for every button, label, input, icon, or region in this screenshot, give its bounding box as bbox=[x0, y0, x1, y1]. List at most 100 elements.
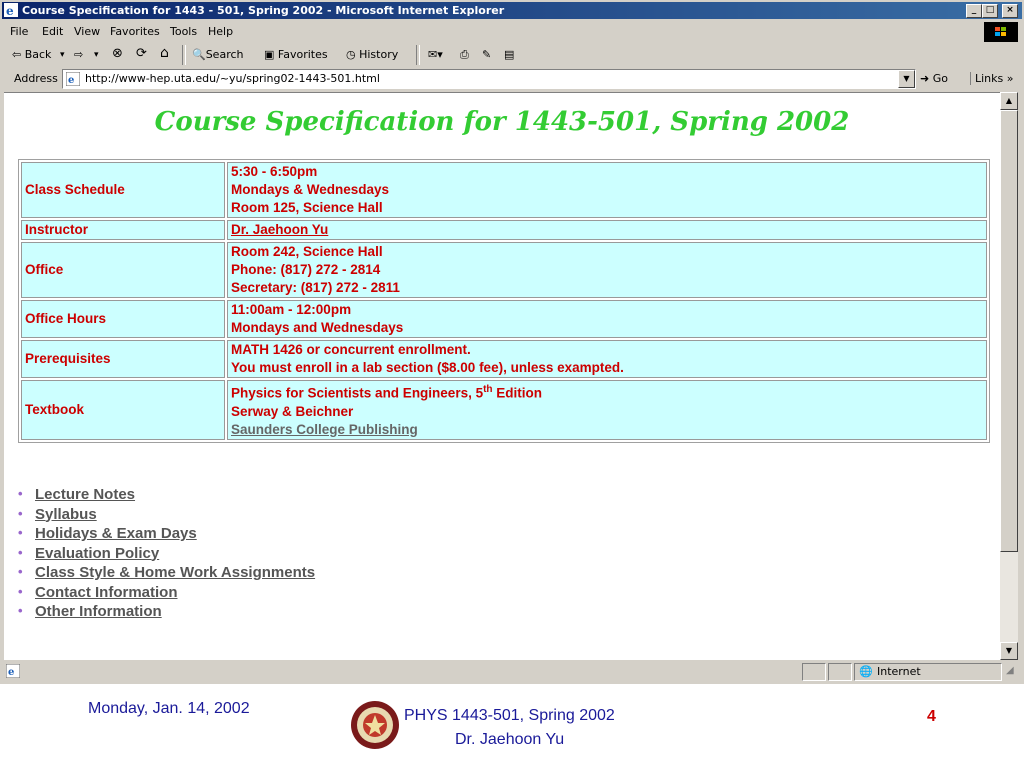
list-item: • Other Information bbox=[18, 603, 315, 623]
menu-tools[interactable]: Tools bbox=[170, 25, 197, 38]
evaluation-policy-link[interactable]: Evaluation Policy bbox=[35, 545, 159, 562]
value-line: MATH 1426 or concurrent enrollment. bbox=[231, 342, 471, 357]
back-dropdown-icon[interactable]: ▾ bbox=[60, 50, 65, 60]
bullet-icon: • bbox=[18, 583, 23, 599]
publisher-link[interactable]: Saunders College Publishing bbox=[231, 421, 983, 439]
search-icon: 🔍 bbox=[192, 48, 206, 61]
history-button[interactable]: ◷ History bbox=[346, 48, 398, 61]
table-row: Office Hours 11:00am - 12:00pm Mondays an… bbox=[21, 300, 987, 338]
value-line: Room 242, Science Hall bbox=[231, 244, 383, 259]
instructor-link[interactable]: Dr. Jaehoon Yu bbox=[231, 222, 328, 237]
list-item: • Syllabus bbox=[18, 506, 315, 526]
contact-info-link[interactable]: Contact Information bbox=[35, 584, 178, 601]
class-style-link[interactable]: Class Style & Home Work Assignments bbox=[35, 564, 315, 581]
scroll-down-button[interactable]: ▼ bbox=[1000, 642, 1018, 660]
row-label: Textbook bbox=[21, 380, 225, 440]
row-label: Instructor bbox=[21, 220, 225, 240]
standard-toolbar: ⇦ Back ▾ ⇨ ▾ ⊗ ⟳ ⌂ 🔍Search ▣ Favorites ◷… bbox=[2, 43, 1022, 67]
value-line: Phone: (817) 272 - 2814 bbox=[231, 262, 381, 277]
discuss-icon[interactable]: ▤ bbox=[504, 48, 514, 61]
status-cell bbox=[802, 663, 826, 681]
value-line: Secretary: (817) 272 - 2811 bbox=[231, 280, 400, 295]
row-value: MATH 1426 or concurrent enrollment. You m… bbox=[227, 340, 987, 378]
refresh-button[interactable]: ⟳ bbox=[136, 46, 147, 61]
value-line: Physics for Scientists and Engineers, 5t… bbox=[231, 381, 983, 403]
search-label: Search bbox=[205, 48, 244, 61]
page-title: Course Specification for 1443-501, Sprin… bbox=[154, 107, 850, 137]
lecture-notes-link[interactable]: Lecture Notes bbox=[35, 486, 135, 503]
links-button[interactable]: Links » bbox=[970, 72, 1013, 85]
other-info-link[interactable]: Other Information bbox=[35, 603, 162, 620]
favorites-label: Favorites bbox=[277, 48, 328, 61]
table-row: Office Room 242, Science Hall Phone: (817… bbox=[21, 242, 987, 298]
maximize-button[interactable]: □ bbox=[982, 4, 998, 18]
row-value: Room 242, Science Hall Phone: (817) 272 -… bbox=[227, 242, 987, 298]
search-button[interactable]: 🔍Search bbox=[192, 48, 244, 61]
edit-icon[interactable]: ✎ bbox=[482, 48, 491, 61]
menu-view[interactable]: View bbox=[74, 25, 100, 38]
vertical-scrollbar[interactable]: ▲ ▼ bbox=[1000, 92, 1018, 660]
windows-logo-icon bbox=[984, 22, 1018, 42]
stop-button[interactable]: ⊗ bbox=[112, 46, 123, 61]
menu-help[interactable]: Help bbox=[208, 25, 233, 38]
value-line: Mondays & Wednesdays bbox=[231, 182, 390, 197]
row-label: Office bbox=[21, 242, 225, 298]
bullet-icon: • bbox=[18, 486, 23, 501]
go-button[interactable]: ➜ Go bbox=[920, 72, 948, 85]
minimize-button[interactable]: _ bbox=[966, 4, 982, 18]
row-label: Prerequisites bbox=[21, 340, 225, 378]
browser-window: e Course Specification for 1443 - 501, S… bbox=[0, 0, 1024, 684]
course-links-list: • Lecture Notes • Syllabus • Holidays & Exa… bbox=[18, 486, 315, 623]
close-button[interactable]: × bbox=[1002, 4, 1018, 18]
table-row: Class Schedule 5:30 - 6:50pm Mondays & We… bbox=[21, 162, 987, 218]
table-row: Prerequisites MATH 1426 or concurrent en… bbox=[21, 340, 987, 378]
address-field[interactable]: e http://www-hep.uta.edu/~yu/spring02-14… bbox=[62, 69, 916, 89]
value-line: 11:00am - 12:00pm bbox=[231, 302, 352, 317]
address-dropdown-button[interactable]: ▼ bbox=[898, 70, 915, 88]
print-icon[interactable]: ⎙ bbox=[460, 48, 469, 62]
forward-button[interactable]: ⇨ bbox=[74, 48, 83, 61]
value-line: 5:30 - 6:50pm bbox=[231, 164, 318, 179]
list-item: • Lecture Notes bbox=[18, 486, 315, 506]
status-bar: e 🌐 Internet ◢ bbox=[2, 661, 1022, 681]
value-line: Mondays and Wednesdays bbox=[231, 320, 404, 335]
course-spec-table: Class Schedule 5:30 - 6:50pm Mondays & We… bbox=[18, 159, 990, 443]
row-value: Dr. Jaehoon Yu bbox=[227, 220, 987, 240]
forward-dropdown-icon[interactable]: ▾ bbox=[94, 50, 99, 60]
menu-file[interactable]: File bbox=[10, 25, 28, 38]
globe-icon: 🌐 bbox=[859, 665, 873, 678]
resize-grip-icon[interactable]: ◢ bbox=[1006, 665, 1014, 676]
menu-favorites[interactable]: Favorites bbox=[110, 25, 160, 38]
status-cell bbox=[828, 663, 852, 681]
value-line: Room 125, Science Hall bbox=[231, 200, 383, 215]
university-seal-icon bbox=[350, 700, 400, 754]
mail-icon[interactable]: ✉▾ bbox=[428, 48, 443, 61]
bullet-icon: • bbox=[18, 525, 23, 540]
address-bar: Address e http://www-hep.uta.edu/~yu/spr… bbox=[2, 68, 1022, 90]
home-button[interactable]: ⌂ bbox=[160, 45, 169, 61]
menu-bar: File Edit View Favorites Tools Help bbox=[2, 22, 1022, 40]
page-icon: e bbox=[65, 71, 81, 89]
history-label: History bbox=[359, 48, 399, 61]
scroll-up-button[interactable]: ▲ bbox=[1000, 92, 1018, 110]
row-value: 11:00am - 12:00pm Mondays and Wednesdays bbox=[227, 300, 987, 338]
row-label: Office Hours bbox=[21, 300, 225, 338]
favorites-button[interactable]: ▣ Favorites bbox=[264, 48, 328, 61]
table-row: Textbook Physics for Scientists and Engi… bbox=[21, 380, 987, 440]
menu-edit[interactable]: Edit bbox=[42, 25, 63, 38]
syllabus-link[interactable]: Syllabus bbox=[35, 506, 97, 523]
scroll-thumb[interactable] bbox=[1000, 110, 1018, 552]
address-url: http://www-hep.uta.edu/~yu/spring02-1443… bbox=[85, 72, 380, 85]
list-item: • Contact Information bbox=[18, 584, 315, 604]
status-page-icon: e bbox=[5, 663, 21, 681]
go-icon: ➜ bbox=[920, 72, 933, 85]
zone-indicator: 🌐 Internet bbox=[854, 663, 1002, 681]
footer-date: Monday, Jan. 14, 2002 bbox=[88, 700, 250, 717]
zone-label: Internet bbox=[877, 665, 921, 678]
value-line: Serway & Beichner bbox=[231, 403, 354, 419]
holidays-link[interactable]: Holidays & Exam Days bbox=[35, 525, 197, 542]
bullet-icon: • bbox=[18, 603, 23, 618]
toolbar-separator bbox=[416, 45, 420, 65]
row-value: 5:30 - 6:50pm Mondays & Wednesdays Room 12… bbox=[227, 162, 987, 218]
back-button[interactable]: ⇦ Back bbox=[12, 48, 51, 61]
